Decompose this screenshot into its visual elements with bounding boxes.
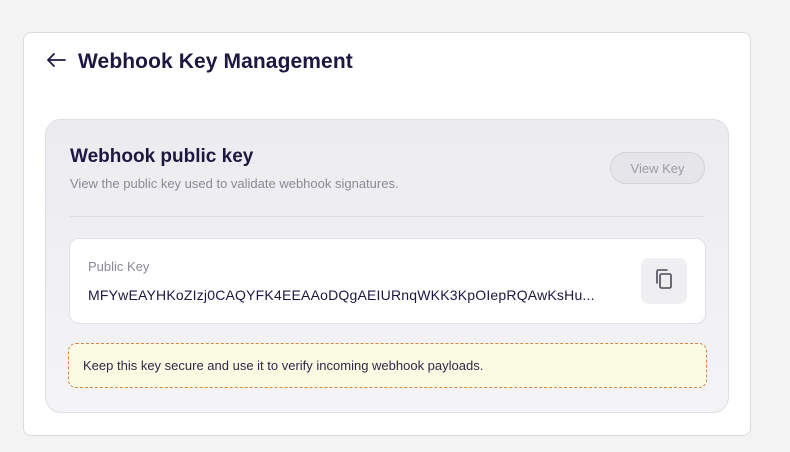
public-key-value: MFYwEAYHKoZIzj0CAQYFK4EEAAoDQgAEIURnqWKK… — [88, 287, 595, 303]
divider — [70, 216, 705, 217]
page-header: Webhook Key Management — [44, 50, 353, 74]
copy-icon — [654, 268, 674, 295]
public-key-box: Public Key MFYwEAYHKoZIzj0CAQYFK4EEAAoDQ… — [69, 238, 706, 324]
public-key-card: Webhook public key View the public key u… — [45, 119, 729, 413]
card-subtitle: View the public key used to validate web… — [70, 176, 399, 191]
public-key-label: Public Key — [88, 259, 150, 274]
webhook-key-panel: Webhook Key Management Webhook public ke… — [23, 32, 751, 436]
page-title: Webhook Key Management — [78, 50, 353, 73]
card-title: Webhook public key — [70, 146, 254, 167]
copy-button[interactable] — [641, 258, 687, 304]
arrow-left-icon — [46, 52, 66, 73]
security-notice: Keep this key secure and use it to verif… — [68, 343, 707, 388]
view-key-button[interactable]: View Key — [610, 152, 705, 184]
back-button[interactable] — [44, 50, 68, 74]
